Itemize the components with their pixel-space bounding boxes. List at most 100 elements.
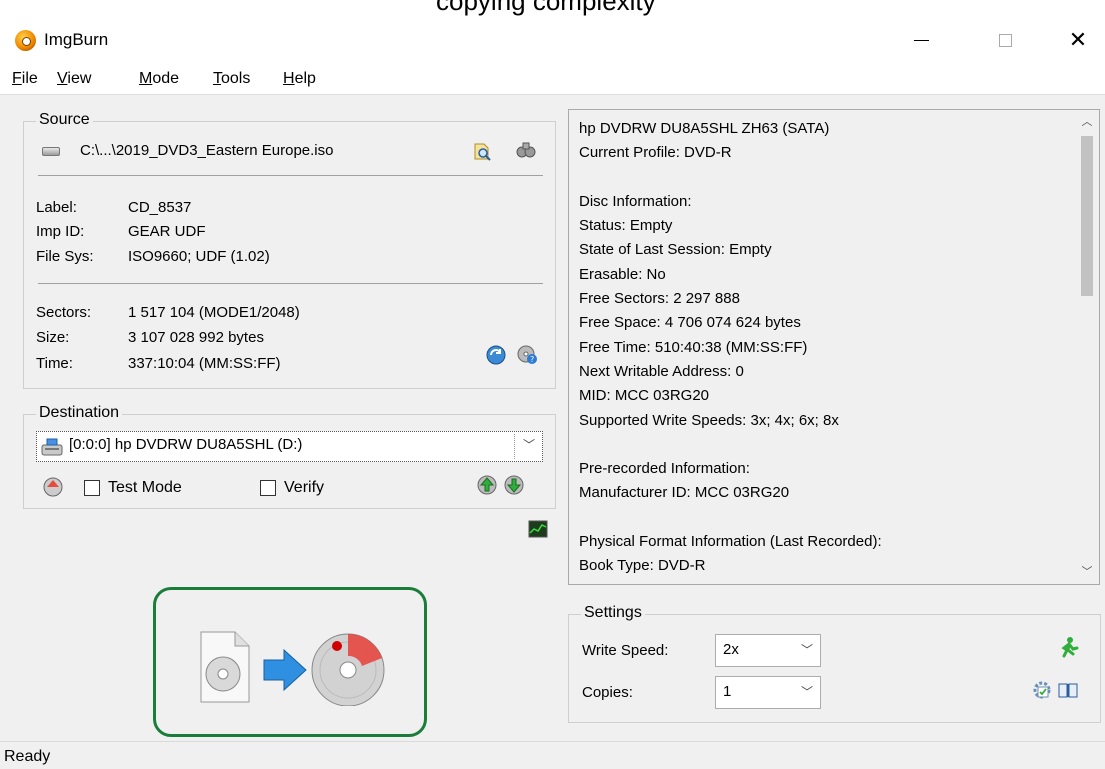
copies-select[interactable]: 1 ﹀ <box>715 676 821 709</box>
info-scrollbar[interactable]: ︿ ﹀ <box>1075 110 1099 584</box>
info-line: hp DVDRW DU8A5SHL ZH63 (SATA) <box>579 120 830 137</box>
info-line <box>579 506 1074 530</box>
info-line: Pre-recorded Information: <box>579 460 750 478</box>
chevron-down-icon: ﹀ <box>800 685 813 699</box>
background-fragment: copying complexity <box>0 0 1105 19</box>
menu-view-label: iew <box>67 70 92 87</box>
menu-mode[interactable]: Mode <box>139 70 179 88</box>
hard-drive-icon <box>42 147 60 156</box>
info-line: Manufacturer ID: MCC 03RG20 <box>579 484 790 502</box>
filesys-value: ISO9660; UDF (1.02) <box>128 248 270 265</box>
combo-divider <box>514 434 515 459</box>
label-value: CD_8537 <box>128 199 192 216</box>
info-line: Erasable: No <box>579 265 666 283</box>
impid-value: GEAR UDF <box>128 223 206 240</box>
write-speed-label: Write Speed: <box>582 642 669 659</box>
window-title: ImgBurn <box>44 30 109 49</box>
info-line: Supported Write Speeds: 3x; 4x; 6x; 8x <box>579 411 839 429</box>
source-group: Source C:\...\2019_DVD3_Eastern Europe.i… <box>23 111 556 389</box>
menu-bar: File View Mode Tools Help <box>0 61 1105 95</box>
time-key: Time: <box>36 355 73 372</box>
minimize-button[interactable] <box>898 19 944 61</box>
dvd-drive-icon <box>41 438 63 456</box>
graph-data-icon[interactable] <box>528 520 548 538</box>
settings-group: Settings Write Speed: 2x ﹀ Copies: 1 ﹀ <box>568 604 1101 723</box>
svg-text:?: ? <box>530 355 534 364</box>
menu-mode-key: M <box>139 70 153 87</box>
book-icon[interactable] <box>1057 679 1079 701</box>
write-image-to-disc-icon <box>200 631 385 706</box>
info-line: State of Last Session: Empty <box>579 241 772 259</box>
menu-file-label: ile <box>21 70 38 87</box>
sectors-value: 1 517 104 (MODE1/2048) <box>128 304 300 321</box>
close-button[interactable]: ✕ <box>1055 19 1101 61</box>
calculate-icon[interactable] <box>515 139 537 161</box>
maximize-icon <box>998 33 1012 47</box>
test-mode-label: Test Mode <box>108 479 182 496</box>
write-speed-select[interactable]: 2x ﹀ <box>715 634 821 667</box>
write-button[interactable] <box>153 587 427 737</box>
title-bar: ImgBurn ✕ <box>0 19 1105 61</box>
destination-drive-select[interactable]: [0:0:0] hp DVDRW DU8A5SHL (D:) ﹀ <box>36 431 543 462</box>
imgburn-logo-icon <box>15 30 36 51</box>
menu-file[interactable]: File <box>12 70 38 88</box>
menu-tools-label: ools <box>221 70 251 87</box>
destination-group: Destination [0:0:0] hp DVDRW DU8A5SHL (D… <box>23 404 556 509</box>
disc-info-icon[interactable]: ? <box>516 344 538 366</box>
label-key: Label: <box>36 199 77 216</box>
source-path: C:\...\2019_DVD3_Eastern Europe.iso <box>80 142 334 159</box>
menu-tools[interactable]: Tools <box>213 70 250 88</box>
arrow-down-icon[interactable] <box>503 474 525 496</box>
info-line: Book Type: DVD-R <box>579 557 706 575</box>
chevron-down-icon: ﹀ <box>522 438 535 452</box>
menu-view-key: V <box>57 70 68 87</box>
arrow-up-icon[interactable] <box>476 474 498 496</box>
menu-help-key: H <box>283 70 295 87</box>
info-line <box>579 433 1074 457</box>
source-separator-1 <box>38 175 543 176</box>
status-text: Ready <box>4 748 51 765</box>
info-line: Status: Empty <box>579 217 673 235</box>
eject-icon[interactable] <box>42 476 64 498</box>
source-separator-2 <box>38 283 543 284</box>
menu-file-key: F <box>12 70 22 87</box>
maximize-button[interactable] <box>982 19 1028 61</box>
settings-gear-icon[interactable] <box>1031 679 1053 701</box>
destination-drive-value: [0:0:0] hp DVDRW DU8A5SHL (D:) <box>69 436 303 453</box>
chevron-down-icon: ﹀ <box>800 643 813 657</box>
menu-help[interactable]: Help <box>283 70 316 88</box>
destination-group-title: Destination <box>36 404 123 422</box>
sectors-key: Sectors: <box>36 304 92 321</box>
device-info-text: hp DVDRW DU8A5SHL ZH63 (SATA) Current Pro… <box>579 117 1074 579</box>
write-speed-value: 2x <box>723 641 739 658</box>
impid-key: Imp ID: <box>36 223 85 240</box>
info-line: Free Time: 510:40:38 (MM:SS:FF) <box>579 338 808 356</box>
size-key: Size: <box>36 329 70 346</box>
menu-help-label: elp <box>294 70 316 87</box>
browse-file-icon[interactable] <box>472 140 494 162</box>
refresh-icon[interactable] <box>485 344 507 366</box>
info-line: Current Profile: DVD-R <box>579 144 732 162</box>
filesys-key: File Sys: <box>36 248 94 265</box>
running-man-icon[interactable] <box>1057 636 1079 658</box>
menu-view[interactable]: View <box>57 70 91 88</box>
copies-value: 1 <box>723 683 732 700</box>
info-line: Physical Format Information (Last Record… <box>579 533 882 551</box>
settings-group-title: Settings <box>581 604 645 622</box>
scroll-thumb[interactable] <box>1081 136 1093 296</box>
info-line: Next Writable Address: 0 <box>579 362 744 380</box>
scroll-up-icon[interactable]: ︿ <box>1075 110 1099 134</box>
background-fragment-text: copying complexity <box>436 0 656 16</box>
device-info-panel[interactable]: hp DVDRW DU8A5SHL ZH63 (SATA) Current Pro… <box>568 109 1100 585</box>
test-mode-checkbox[interactable] <box>84 480 100 496</box>
info-line: Free Sectors: 2 297 888 <box>579 290 740 308</box>
info-line: Disc Information: <box>579 192 692 210</box>
status-bar: Ready <box>0 741 1105 769</box>
verify-label: Verify <box>284 479 325 496</box>
copies-label: Copies: <box>582 684 633 701</box>
verify-checkbox[interactable] <box>260 480 276 496</box>
scroll-down-icon[interactable]: ﹀ <box>1075 560 1099 584</box>
info-line: Free Space: 4 706 074 624 bytes <box>579 314 801 332</box>
close-icon: ✕ <box>1068 27 1088 52</box>
minimize-icon <box>913 39 929 41</box>
